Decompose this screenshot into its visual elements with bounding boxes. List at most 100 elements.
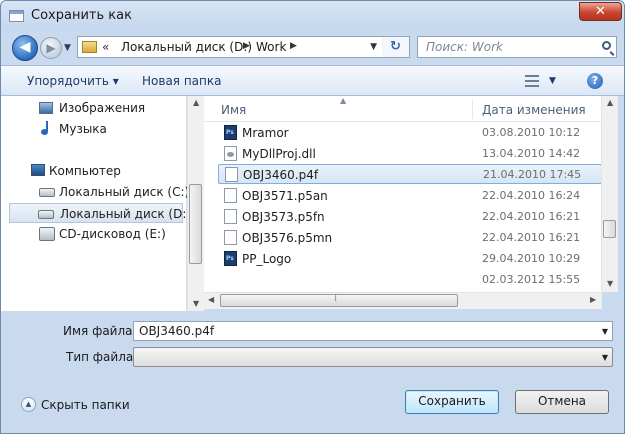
breadcrumb-work[interactable]: Work — [256, 40, 286, 54]
scrollbar-thumb[interactable] — [603, 220, 616, 238]
new-folder-button[interactable]: Новая папка — [142, 74, 221, 88]
column-header-date-modified[interactable]: Дата изменения — [482, 103, 586, 117]
photoshop-file-icon — [224, 251, 237, 266]
sidebar-item-label: Компьютер — [49, 164, 121, 178]
scroll-right-arrow-icon[interactable]: ▶ — [590, 295, 596, 304]
help-icon[interactable]: ? — [587, 73, 603, 89]
sidebar-item-computer[interactable]: Компьютер — [11, 161, 171, 181]
file-row-selected[interactable]: OBJ3460.p4f 21.04.2010 17:45 — [218, 164, 602, 184]
file-name: OBJ3571.p5an — [242, 189, 328, 203]
filename-value: OBJ3460.p4f — [139, 324, 215, 338]
column-header-name[interactable]: Имя — [221, 103, 246, 117]
scroll-down-arrow-icon[interactable]: ▼ — [607, 279, 613, 288]
column-divider[interactable] — [472, 99, 473, 119]
window-icon — [9, 10, 24, 22]
breadcrumb-local-disk-d[interactable]: Локальный диск (D:) — [121, 40, 252, 54]
sidebar-item-music[interactable]: Музыка — [11, 119, 171, 139]
file-date: 29.04.2010 10:29 — [482, 252, 581, 265]
cancel-button[interactable]: Отмена — [515, 390, 609, 414]
file-row[interactable]: 02.03.2012 15:55 — [218, 270, 602, 290]
recent-pages-dropdown[interactable]: ▼ — [64, 43, 71, 53]
photoshop-file-icon — [224, 125, 237, 140]
column-header-row: ▲ Имя Дата изменения — [204, 96, 605, 122]
sidebar-item-label: Изображения — [59, 101, 146, 115]
file-row[interactable]: OBJ3571.p5an 22.04.2010 16:24 — [218, 186, 602, 206]
refresh-button[interactable]: ↻ — [382, 36, 410, 58]
sidebar-item-label: Локальный диск (C:) — [59, 185, 190, 199]
filename-input[interactable]: OBJ3460.p4f ▼ — [133, 321, 613, 341]
filename-label: Имя файла: — [63, 324, 137, 338]
blank-file-icon — [224, 230, 237, 245]
view-dropdown-icon[interactable]: ▼ — [549, 76, 556, 86]
file-name: Mramor — [242, 126, 289, 140]
file-row[interactable]: OBJ3573.p5fn 22.04.2010 16:21 — [218, 207, 602, 227]
scroll-down-arrow-icon[interactable]: ▼ — [193, 299, 199, 308]
filetype-label: Тип файла: — [66, 350, 138, 364]
file-list-vertical-scrollbar[interactable]: ▲ ▼ — [601, 96, 618, 292]
search-placeholder: Поиск: Work — [426, 40, 503, 54]
view-options-icon[interactable] — [525, 75, 539, 87]
save-button[interactable]: Сохранить — [405, 390, 499, 414]
file-row[interactable]: OBJ3576.p5mn 22.04.2010 16:21 — [218, 228, 602, 248]
file-name: OBJ3460.p4f — [243, 168, 319, 182]
file-row[interactable]: Mramor 03.08.2010 10:12 — [218, 123, 602, 143]
hide-folders-label[interactable]: Скрыть папки — [41, 398, 130, 412]
cd-drive-icon — [39, 227, 55, 241]
scroll-left-arrow-icon[interactable]: ◀ — [208, 295, 214, 304]
music-icon — [40, 121, 54, 135]
filetype-select[interactable]: ▼ — [133, 347, 613, 367]
save-as-dialog: Сохранить как ✕ ◀ ▶ ▼ « Локальный диск (… — [0, 0, 625, 434]
sidebar-item-local-disk-d[interactable]: Локальный диск (D:) — [9, 203, 191, 223]
address-dropdown-icon[interactable]: ▼ — [370, 42, 377, 52]
navigation-pane-scrollbar[interactable]: ▲ ▼ — [187, 96, 204, 311]
file-name: OBJ3573.p5fn — [242, 210, 325, 224]
search-icon[interactable] — [602, 41, 611, 50]
file-date: 22.04.2010 16:21 — [482, 231, 581, 244]
file-list: ▲ Имя Дата изменения Mramor 03.08.2010 1… — [204, 96, 605, 292]
sidebar-item-pictures[interactable]: Изображения — [11, 98, 171, 118]
file-date: 13.04.2010 14:42 — [482, 147, 581, 160]
computer-icon — [31, 164, 45, 176]
sidebar-item-local-disk-c[interactable]: Локальный диск (C:) — [11, 182, 189, 202]
sidebar-item-cd-drive[interactable]: CD-дисковод (E:) — [11, 224, 171, 244]
organize-button[interactable]: Упорядочить ▾ — [27, 74, 119, 88]
search-input[interactable]: Поиск: Work — [417, 36, 617, 58]
back-button[interactable]: ◀ — [12, 35, 38, 61]
pictures-icon — [39, 102, 53, 114]
dll-file-icon — [224, 146, 237, 161]
folder-icon — [82, 41, 97, 53]
scrollbar-thumb[interactable] — [220, 293, 458, 307]
title-bar: Сохранить как ✕ — [1, 1, 624, 31]
filename-dropdown-icon[interactable]: ▼ — [602, 327, 608, 336]
sort-ascending-icon: ▲ — [340, 96, 347, 105]
forward-button[interactable]: ▶ — [40, 37, 62, 59]
sidebar-item-label: Музыка — [59, 122, 107, 136]
breadcrumb-arrow-icon[interactable]: ▶ — [290, 41, 297, 51]
file-row[interactable]: MyDllProj.dll 13.04.2010 14:42 — [218, 144, 602, 164]
address-bar[interactable]: « Локальный диск (D:) ▶ Work ▶ ▼ — [77, 36, 410, 58]
file-date: 21.04.2010 17:45 — [483, 168, 582, 181]
file-name: PP_Logo — [242, 252, 292, 266]
file-date: 03.08.2010 10:12 — [482, 126, 581, 139]
navigation-pane: Изображения Музыка Компьютер Локальный д… — [1, 96, 191, 311]
filetype-dropdown-icon[interactable]: ▼ — [602, 353, 608, 362]
breadcrumb-arrow-icon[interactable]: ▶ — [243, 41, 250, 51]
sidebar-item-label: CD-дисковод (E:) — [59, 227, 166, 241]
address-overflow-chevron[interactable]: « — [102, 40, 109, 54]
navigation-bar: ◀ ▶ ▼ « Локальный диск (D:) ▶ Work ▶ ▼ ↻… — [1, 31, 624, 63]
collapse-icon[interactable]: ▲ — [21, 397, 36, 412]
blank-file-icon — [225, 167, 238, 182]
scrollbar-thumb[interactable] — [189, 184, 202, 264]
file-list-horizontal-scrollbar[interactable]: ◀ ▶ — [204, 292, 602, 309]
close-button[interactable]: ✕ — [579, 2, 622, 21]
file-name: OBJ3576.p5mn — [242, 231, 333, 245]
file-name: MyDllProj.dll — [242, 147, 316, 161]
scroll-up-arrow-icon[interactable]: ▲ — [193, 98, 199, 107]
blank-file-icon — [224, 188, 237, 203]
sidebar-item-label: Локальный диск (D:) — [60, 207, 192, 221]
file-row[interactable]: PP_Logo 29.04.2010 10:29 — [218, 249, 602, 269]
scroll-up-arrow-icon[interactable]: ▲ — [607, 98, 613, 107]
disk-icon — [38, 210, 54, 219]
blank-file-icon — [224, 209, 237, 224]
file-date: 22.04.2010 16:24 — [482, 189, 581, 202]
